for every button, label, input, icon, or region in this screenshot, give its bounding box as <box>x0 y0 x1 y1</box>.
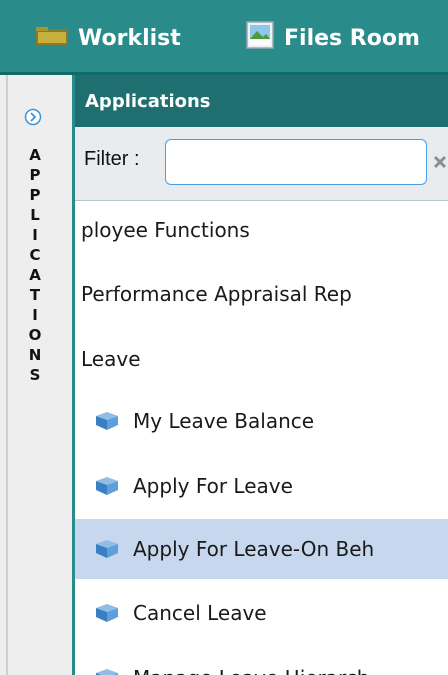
filter-input[interactable] <box>165 139 427 185</box>
chevron-right-circle-icon[interactable] <box>24 108 42 126</box>
side-panel-vertical-title: APPLICATIONS <box>25 145 45 385</box>
list-item[interactable]: My Leave Balance <box>75 391 448 451</box>
vertical-title-letter: T <box>29 286 41 304</box>
tab-files-room[interactable]: Files Room <box>246 21 420 55</box>
application-cube-icon <box>93 410 121 432</box>
list-item-label: Leave <box>81 347 141 371</box>
vertical-title-letter: A <box>29 146 41 164</box>
application-cube-icon <box>93 667 121 675</box>
list-item-label: ployee Functions <box>81 218 250 242</box>
vertical-title-letter: I <box>32 226 38 244</box>
list-group-item[interactable]: ployee Functions <box>75 201 448 260</box>
list-item-label: Performance Appraisal Rep <box>81 282 352 306</box>
side-panel-edge <box>6 75 8 675</box>
tab-worklist-label: Worklist <box>78 25 181 51</box>
panel-title: Applications <box>75 75 448 127</box>
list-item-label: Manage Leave Hierarch <box>133 666 369 675</box>
list-item[interactable]: Apply For Leave <box>75 456 448 516</box>
list-item[interactable]: Cancel Leave <box>75 583 448 643</box>
list-group-item[interactable]: Performance Appraisal Rep <box>75 264 448 324</box>
vertical-title-letter: L <box>30 206 40 224</box>
list-item[interactable]: Apply For Leave-On Beh <box>75 519 448 579</box>
vertical-title-letter: C <box>29 246 41 264</box>
application-cube-icon <box>93 475 121 497</box>
list-group-item[interactable]: Leave <box>75 329 448 389</box>
tab-files-room-label: Files Room <box>284 25 420 51</box>
image-file-icon <box>246 21 274 55</box>
list-item-label: Cancel Leave <box>133 601 267 625</box>
app-window: Worklist Files Room APPLICATIONS Applica… <box>0 0 448 675</box>
vertical-title-letter: P <box>29 166 41 184</box>
applications-list: ployee Functions Performance Appraisal Re… <box>75 200 448 675</box>
list-item-label: My Leave Balance <box>133 409 315 433</box>
list-item-label: Apply For Leave-On Beh <box>133 537 375 561</box>
filter-label: Filter : <box>84 148 140 170</box>
vertical-title-letter: S <box>29 366 41 384</box>
list-item[interactable]: Manage Leave Hierarch <box>75 648 448 675</box>
application-cube-icon <box>93 538 121 560</box>
top-navigation-bar: Worklist Files Room <box>0 0 448 74</box>
vertical-title-letter: I <box>32 306 38 324</box>
application-cube-icon <box>93 602 121 624</box>
clear-x-icon[interactable] <box>432 152 448 172</box>
vertical-title-letter: N <box>28 346 42 364</box>
vertical-title-letter: P <box>29 186 41 204</box>
vertical-title-letter: A <box>29 266 41 284</box>
vertical-title-letter: O <box>28 326 42 344</box>
tab-worklist[interactable]: Worklist <box>36 22 181 54</box>
list-item-label: Apply For Leave <box>133 474 293 498</box>
folder-icon <box>36 25 68 51</box>
